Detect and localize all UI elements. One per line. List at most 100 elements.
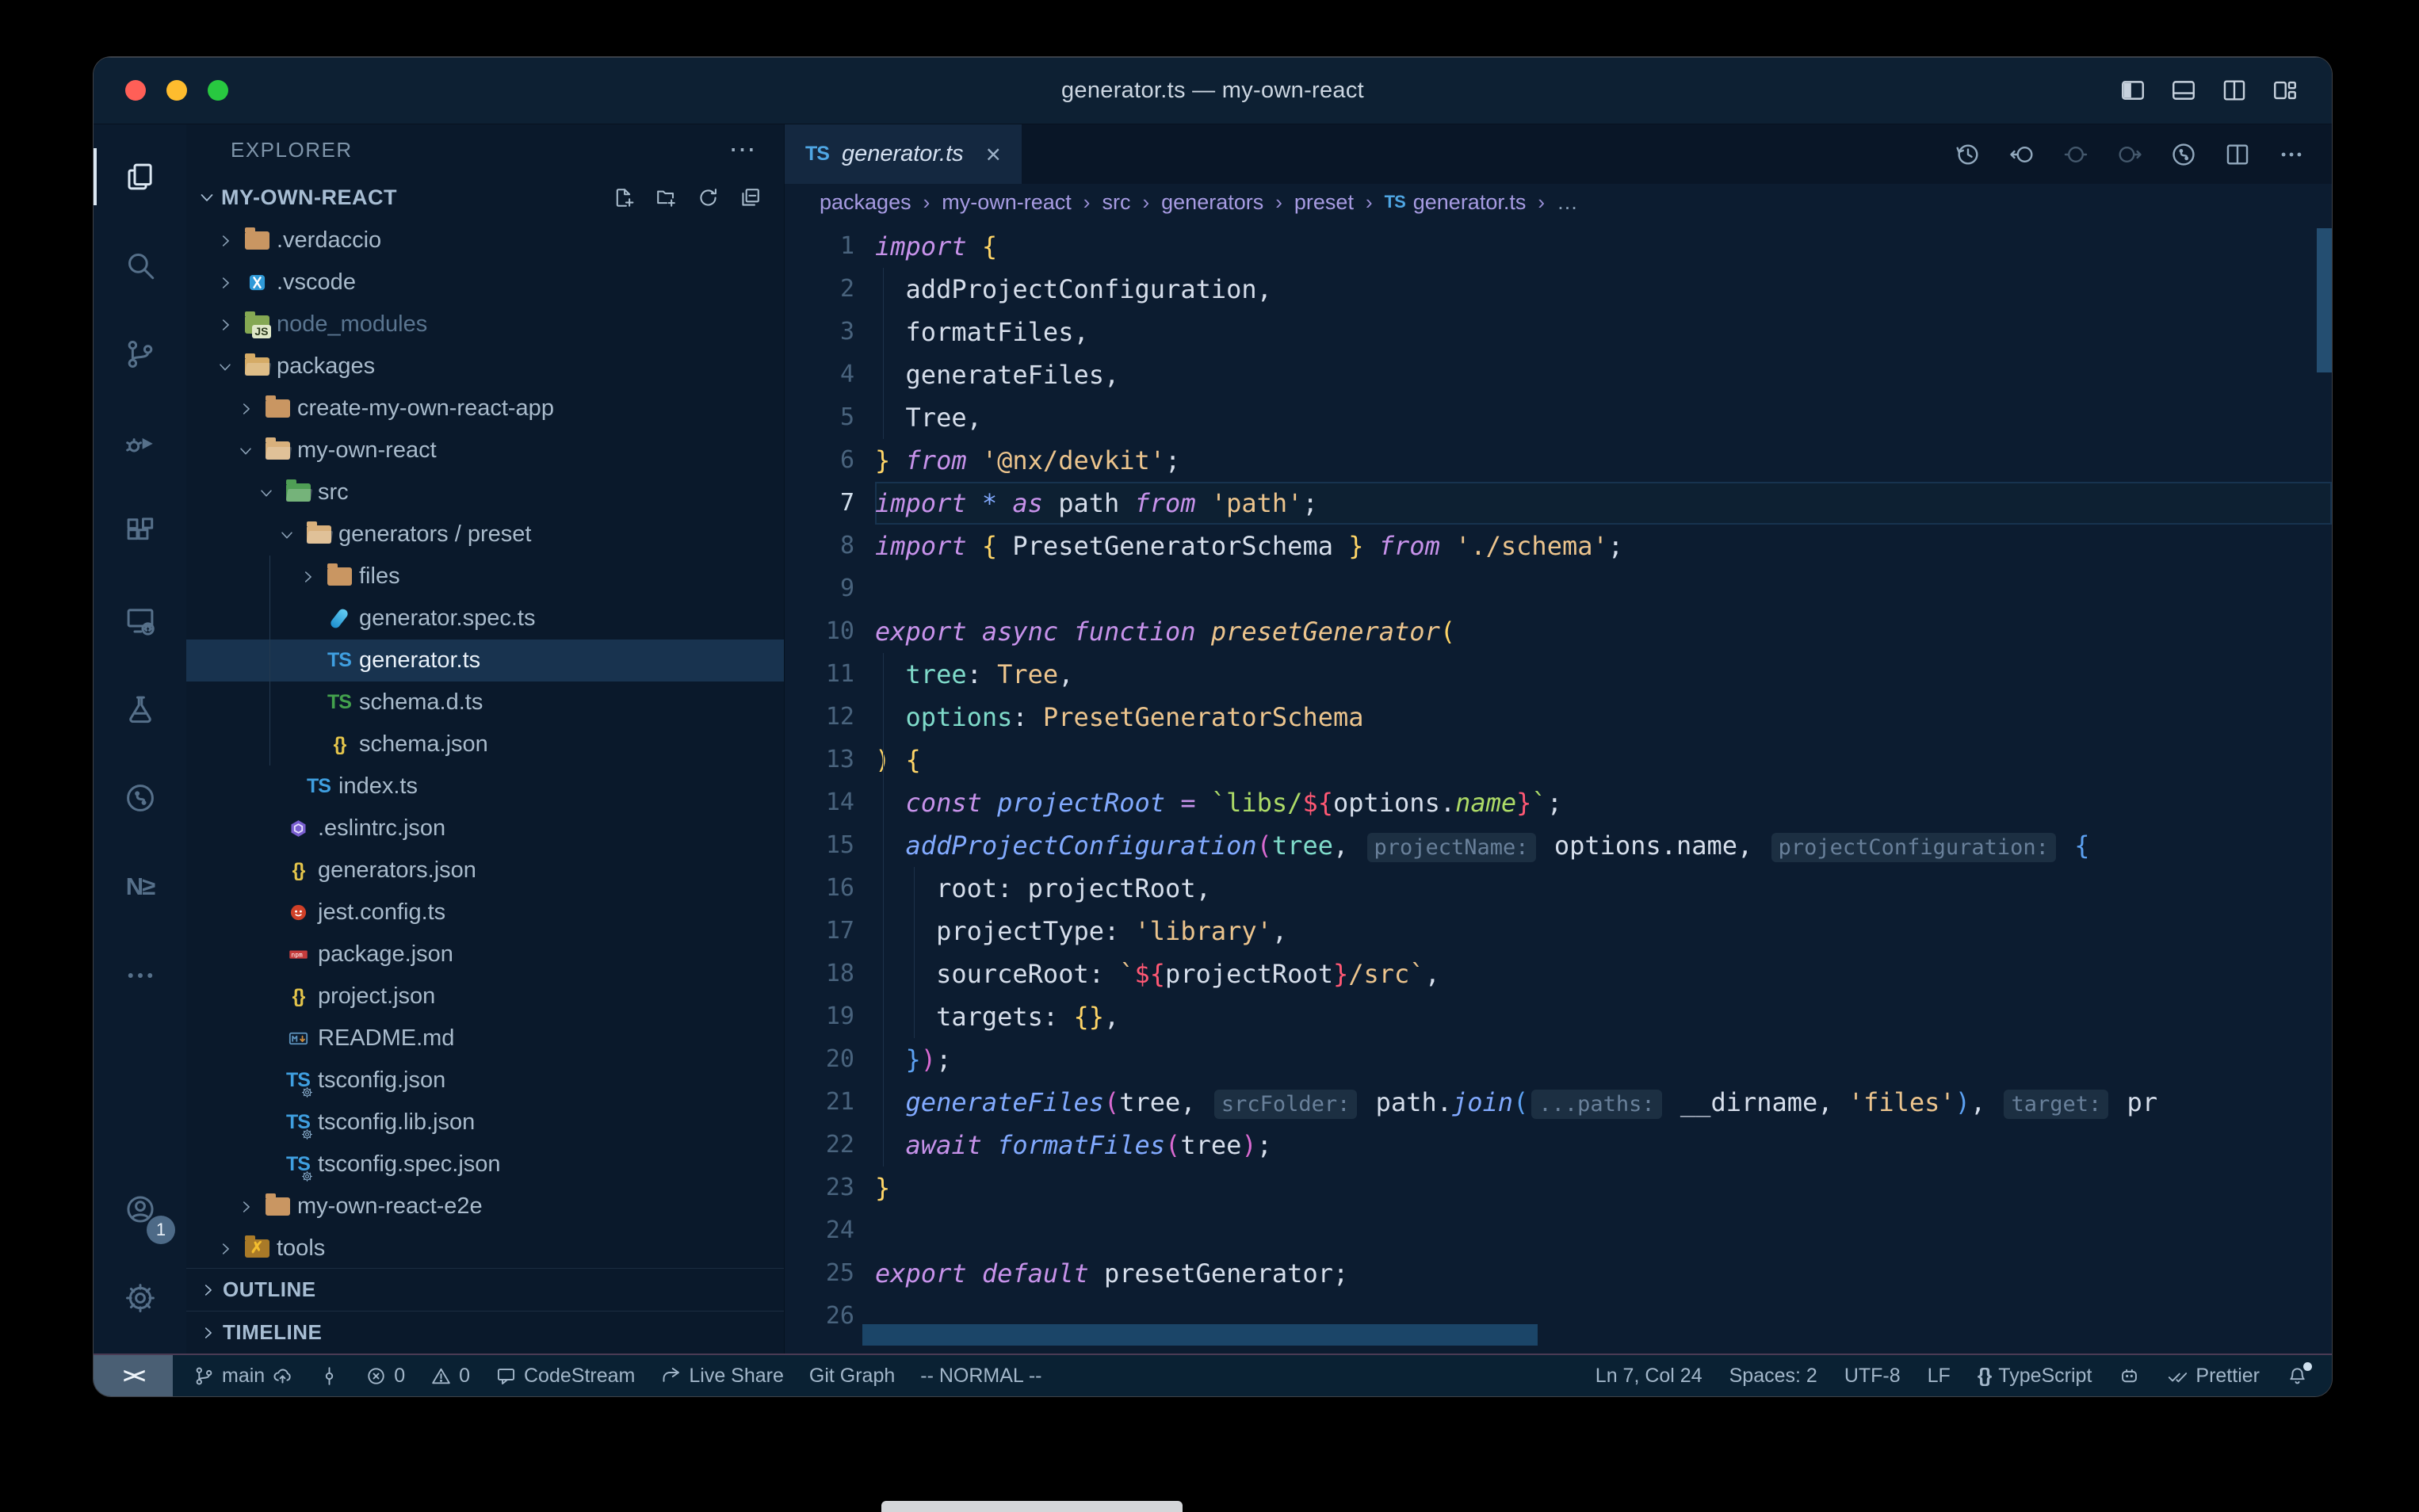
- activity-item-explorer[interactable]: [94, 132, 186, 221]
- tree-item-generator-spec-ts[interactable]: generator.spec.ts: [186, 598, 784, 640]
- new-folder-icon[interactable]: [655, 186, 678, 209]
- code-line-14[interactable]: 14 const projectRoot = `libs/${options.n…: [785, 781, 2332, 824]
- tree-item-generators-json[interactable]: {}generators.json: [186, 850, 784, 892]
- status-eol[interactable]: LF: [1928, 1365, 1951, 1388]
- code-line-12[interactable]: 12 options: PresetGeneratorSchema: [785, 696, 2332, 739]
- status-notifications[interactable]: [2287, 1365, 2308, 1387]
- toggle-panel-icon[interactable]: [2170, 77, 2197, 104]
- activity-item-remote-explorer[interactable]: [94, 576, 186, 665]
- toggle-sidebar-icon[interactable]: [2119, 77, 2146, 104]
- tree-item-jest-config-ts[interactable]: jest.config.ts: [186, 892, 784, 934]
- explorer-more-button[interactable]: ⋯: [729, 136, 758, 163]
- activity-item-accounts[interactable]: 1: [94, 1165, 186, 1254]
- activity-item-extensions[interactable]: [94, 487, 186, 576]
- code-line-13[interactable]: 13) {: [785, 739, 2332, 781]
- code-line-20[interactable]: 20 });: [785, 1038, 2332, 1081]
- status-codestream[interactable]: CodeStream: [495, 1365, 635, 1388]
- code-line-21[interactable]: 21 generateFiles(tree, srcFolder: path.j…: [785, 1081, 2332, 1124]
- breadcrumb-packages[interactable]: packages: [820, 190, 911, 215]
- tree-item--eslintrc-json[interactable]: .eslintrc.json: [186, 808, 784, 850]
- code-line-11[interactable]: 11 tree: Tree,: [785, 653, 2332, 696]
- status-cursor-position[interactable]: Ln 7, Col 24: [1595, 1365, 1702, 1388]
- status-prettier[interactable]: Prettier: [2167, 1365, 2260, 1388]
- tree-item-my-own-react-e2e[interactable]: my-own-react-e2e: [186, 1186, 784, 1228]
- breadcrumb-my-own-react[interactable]: my-own-react: [942, 190, 1072, 215]
- tree-item-readme-md[interactable]: README.md: [186, 1018, 784, 1060]
- code-line-1[interactable]: 1import {: [785, 225, 2332, 268]
- code-line-6[interactable]: 6} from '@nx/devkit';: [785, 439, 2332, 482]
- status-extension-robot[interactable]: [2119, 1365, 2140, 1387]
- code-line-5[interactable]: 5 Tree,: [785, 396, 2332, 439]
- horizontal-scrollbar[interactable]: [862, 1324, 1538, 1346]
- tree-item-index-ts[interactable]: TSindex.ts: [186, 766, 784, 808]
- activity-item-search[interactable]: [94, 221, 186, 310]
- tree-item-src[interactable]: src: [186, 472, 784, 514]
- tree-item-tools[interactable]: ✗tools: [186, 1228, 784, 1268]
- activity-item-testing[interactable]: [94, 665, 186, 754]
- close-tab-icon[interactable]: ×: [986, 139, 1001, 170]
- tree-item-schema-json[interactable]: {}schema.json: [186, 724, 784, 766]
- workspace-section-header[interactable]: MY-OWN-REACT: [186, 175, 784, 220]
- tree-item-generator-ts[interactable]: TSgenerator.ts: [186, 640, 784, 682]
- breadcrumb-generators[interactable]: generators: [1161, 190, 1263, 215]
- tab-generator-ts[interactable]: TS generator.ts ×: [785, 124, 1022, 184]
- status-indentation[interactable]: Spaces: 2: [1729, 1365, 1817, 1388]
- breadcrumb-src[interactable]: src: [1102, 190, 1130, 215]
- status-language[interactable]: {}TypeScript: [1978, 1365, 2092, 1388]
- tree-item-files[interactable]: files: [186, 556, 784, 598]
- tree-item-schema-d-ts[interactable]: TSschema.d.ts: [186, 682, 784, 724]
- activity-item-source-control[interactable]: [94, 310, 186, 399]
- code-line-17[interactable]: 17 projectType: 'library',: [785, 910, 2332, 953]
- activity-item-git-graph[interactable]: [94, 754, 186, 842]
- ellipsis-icon[interactable]: [2278, 141, 2305, 168]
- nav-next-icon[interactable]: [2116, 141, 2143, 168]
- tree-item-create-my-own-react-app[interactable]: create-my-own-react-app: [186, 388, 784, 430]
- status-commit-graph[interactable]: [319, 1365, 340, 1387]
- status-warnings[interactable]: 0: [430, 1365, 470, 1388]
- status-encoding[interactable]: UTF-8: [1844, 1365, 1901, 1388]
- nav-back-icon[interactable]: [2008, 141, 2035, 168]
- git-circle-icon[interactable]: [2170, 141, 2197, 168]
- collapse-all-icon[interactable]: [739, 186, 762, 209]
- history-icon[interactable]: [1955, 141, 1981, 168]
- code-editor[interactable]: 1import {2 addProjectConfiguration,3 for…: [785, 220, 2332, 1354]
- nav-prev-icon[interactable]: [2062, 141, 2089, 168]
- tree-item-generators-preset[interactable]: generators / preset: [186, 514, 784, 556]
- breadcrumb--[interactable]: …: [1557, 190, 1578, 215]
- customize-layout-icon[interactable]: [2272, 77, 2299, 104]
- tree-item--verdaccio[interactable]: .verdaccio: [186, 220, 784, 262]
- code-line-16[interactable]: 16 root: projectRoot,: [785, 867, 2332, 910]
- split-editor-icon[interactable]: [2224, 141, 2251, 168]
- tree-item-tsconfig-spec-json[interactable]: TStsconfig.spec.json: [186, 1144, 784, 1186]
- tree-item-tsconfig-json[interactable]: TStsconfig.json: [186, 1060, 784, 1102]
- code-line-24[interactable]: 24: [785, 1209, 2332, 1252]
- status-git-graph[interactable]: Git Graph: [809, 1365, 895, 1388]
- tree-item-packages[interactable]: packages: [186, 346, 784, 388]
- tree-item-tsconfig-lib-json[interactable]: TStsconfig.lib.json: [186, 1102, 784, 1144]
- refresh-icon[interactable]: [697, 186, 720, 209]
- timeline-panel-header[interactable]: TIMELINE: [186, 1311, 784, 1354]
- code-line-4[interactable]: 4 generateFiles,: [785, 353, 2332, 396]
- activity-item-settings[interactable]: [94, 1254, 186, 1342]
- close-button[interactable]: [125, 80, 146, 101]
- code-line-25[interactable]: 25export default presetGenerator;: [785, 1252, 2332, 1295]
- activity-item-more[interactable]: [94, 931, 186, 1020]
- code-line-8[interactable]: 8import { PresetGeneratorSchema } from '…: [785, 525, 2332, 567]
- minimize-button[interactable]: [166, 80, 187, 101]
- tree-item-node-modules[interactable]: JSnode_modules: [186, 304, 784, 346]
- code-line-19[interactable]: 19 targets: {},: [785, 995, 2332, 1038]
- tree-item-project-json[interactable]: {}project.json: [186, 976, 784, 1018]
- new-file-icon[interactable]: [613, 186, 636, 209]
- status-vim-mode[interactable]: -- NORMAL --: [920, 1365, 1041, 1388]
- outline-panel-header[interactable]: OUTLINE: [186, 1268, 784, 1311]
- breadcrumb-preset[interactable]: preset: [1294, 190, 1354, 215]
- code-line-18[interactable]: 18 sourceRoot: `${projectRoot}/src`,: [785, 953, 2332, 995]
- fullscreen-button[interactable]: [208, 80, 228, 101]
- vertical-scrollbar[interactable]: [2317, 228, 2332, 372]
- tree-item--vscode[interactable]: .vscode: [186, 262, 784, 304]
- code-line-22[interactable]: 22 await formatFiles(tree);: [785, 1124, 2332, 1166]
- code-line-2[interactable]: 2 addProjectConfiguration,: [785, 268, 2332, 311]
- status-branch[interactable]: main: [193, 1365, 293, 1388]
- code-line-3[interactable]: 3 formatFiles,: [785, 311, 2332, 353]
- tree-item-package-json[interactable]: npmpackage.json: [186, 934, 784, 976]
